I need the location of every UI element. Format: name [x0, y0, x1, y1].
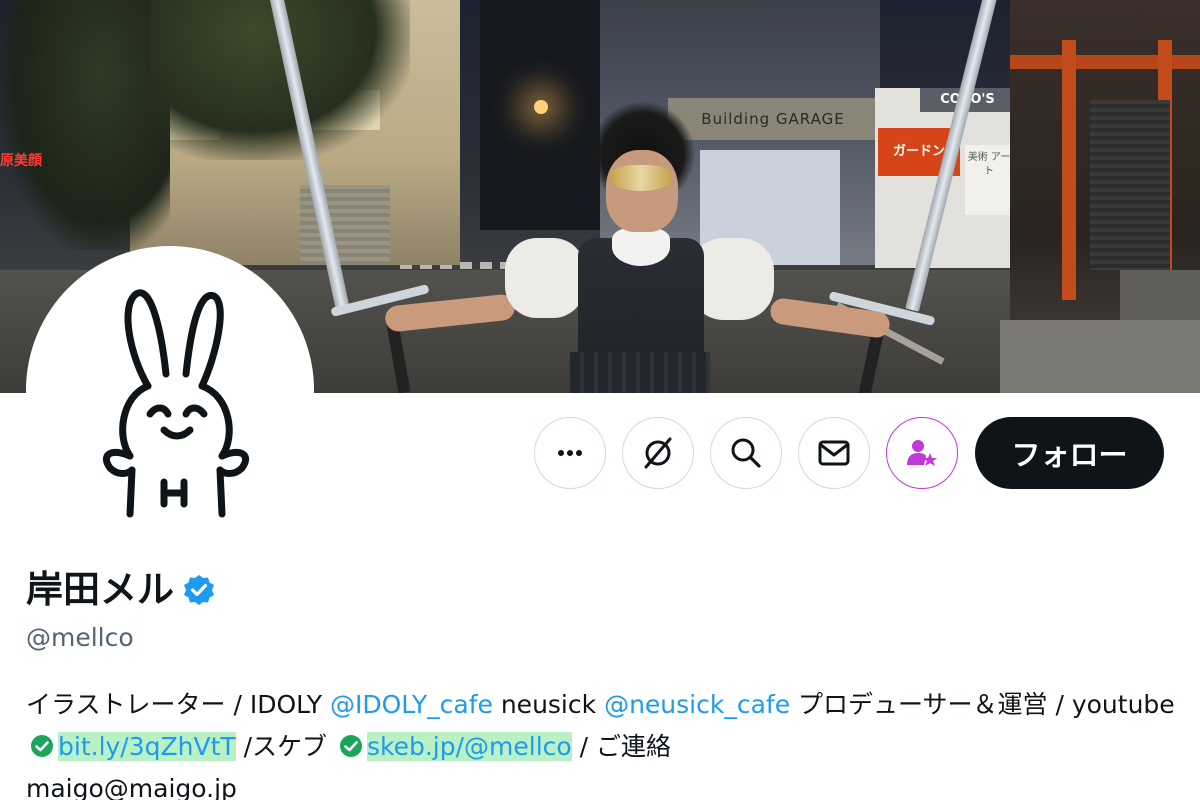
banner-building-sign: Building GARAGE: [668, 98, 878, 140]
bio-text: neusick: [492, 690, 605, 719]
link-check-icon: [339, 735, 362, 757]
subscribe-button[interactable]: [886, 417, 958, 489]
bio-url-link[interactable]: skeb.jp/@mellco: [366, 732, 572, 761]
banner-street-lamp: [534, 100, 548, 114]
verified-badge-icon[interactable]: [182, 573, 216, 607]
follow-button[interactable]: フォロー: [975, 417, 1164, 489]
figure-head: [606, 150, 678, 232]
search-profile-button[interactable]: [710, 417, 782, 489]
mail-icon: [818, 440, 850, 466]
profile-bio: イラストレーター / IDOLY @IDOLY_cafe neusick @ne…: [26, 684, 1176, 800]
bio-text: プロデューサー＆運営 / youtube: [790, 690, 1175, 719]
bio-text: / ご連絡: [571, 732, 672, 761]
banner-side-sign: 美術 アート: [965, 145, 1013, 215]
bio-url-link[interactable]: bit.ly/3qZhVtT: [58, 732, 236, 761]
more-icon: [558, 450, 582, 456]
bio-mention-link[interactable]: @neusick_cafe: [604, 690, 790, 719]
banner-tree: [0, 0, 170, 250]
profile-avatar[interactable]: [26, 246, 314, 534]
bio-text: イラストレーター / IDOLY: [26, 690, 330, 719]
figure-collar: [612, 228, 670, 266]
banner-dark-building: [480, 0, 600, 230]
message-button[interactable]: [798, 417, 870, 489]
banner-red-sign: 原美顔: [0, 153, 42, 169]
banner-shutter: [1090, 100, 1170, 270]
bio-text: /スケブ: [235, 732, 335, 761]
figure-skirt: [570, 352, 710, 393]
search-icon: [731, 438, 761, 468]
profile-name-row: 岸田メル: [26, 566, 216, 614]
link-check-icon: [31, 735, 53, 757]
figure-sleeve: [505, 238, 585, 318]
profile-handle: @mellco: [26, 623, 134, 652]
banner-step: [1000, 320, 1200, 393]
bio-contact-email: maigo@maigo.jp: [26, 774, 237, 800]
figure-mask: [610, 165, 672, 191]
subscribe-star-icon: [907, 440, 937, 466]
grok-icon: [644, 437, 672, 469]
banner-shrine-post: [1062, 40, 1076, 300]
grok-button[interactable]: [622, 417, 694, 489]
display-name: 岸田メル: [26, 568, 174, 611]
more-button[interactable]: [534, 417, 606, 489]
bio-mention-link[interactable]: @IDOLY_cafe: [330, 690, 493, 719]
rabbit-avatar-icon: [102, 289, 250, 518]
